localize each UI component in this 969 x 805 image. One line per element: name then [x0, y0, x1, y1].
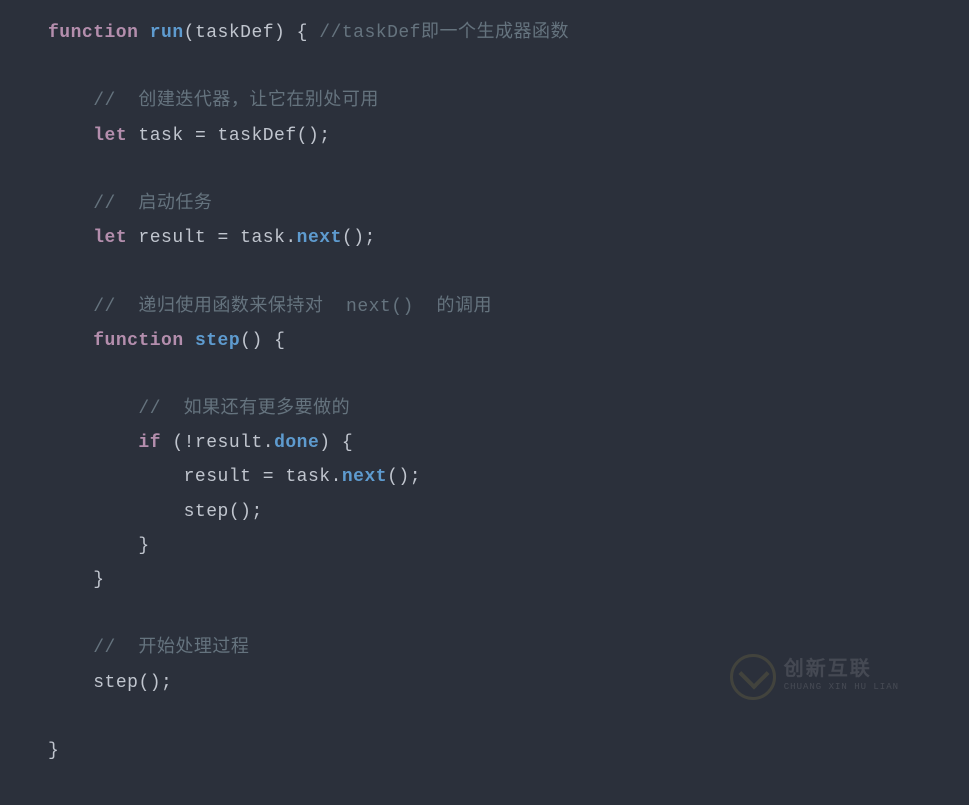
brace-close: }: [93, 570, 104, 590]
code-block: function run(taskDef) { //taskDef即一个生成器函…: [0, 0, 969, 768]
keyword-if: if: [138, 433, 161, 453]
comment: // 开始处理过程: [93, 638, 249, 658]
obj: task.: [229, 228, 297, 248]
brace-close: }: [138, 536, 149, 556]
keyword-function: function: [48, 23, 138, 43]
paren: ();: [229, 502, 263, 522]
identifier: result: [127, 228, 217, 248]
fn-run: run: [150, 23, 184, 43]
paren-open: (: [161, 433, 184, 453]
comment: // 创建迭代器，让它在别处可用: [93, 91, 379, 111]
comment: //taskDef即一个生成器函数: [308, 23, 569, 43]
op-eq: =: [195, 126, 206, 146]
fn-step-call: step: [93, 673, 138, 693]
obj: task.: [274, 467, 342, 487]
keyword-let: let: [93, 228, 127, 248]
op-eq: =: [263, 467, 274, 487]
params: (taskDef): [184, 23, 286, 43]
prop-done: done: [274, 433, 319, 453]
paren: ();: [297, 126, 331, 146]
fn-next: next: [342, 467, 387, 487]
fn-step-call: step: [184, 502, 229, 522]
brace-close: }: [48, 741, 59, 761]
paren: ();: [342, 228, 376, 248]
brace-open: {: [285, 23, 308, 43]
paren: ();: [138, 673, 172, 693]
paren: ();: [387, 467, 421, 487]
brace-open: {: [331, 433, 354, 453]
lhs: result: [184, 467, 263, 487]
comment: // 递归使用函数来保持对 next() 的调用: [93, 297, 492, 317]
paren: (): [240, 331, 263, 351]
brace-open: {: [263, 331, 286, 351]
comment: // 启动任务: [93, 194, 212, 214]
obj: result.: [195, 433, 274, 453]
keyword-function: function: [93, 331, 183, 351]
op-eq: =: [218, 228, 229, 248]
call: taskDef: [206, 126, 296, 146]
comment: // 如果还有更多要做的: [138, 399, 350, 419]
keyword-let: let: [93, 126, 127, 146]
fn-next: next: [297, 228, 342, 248]
fn-step: step: [184, 331, 241, 351]
identifier: task: [127, 126, 195, 146]
op-not: !: [184, 433, 195, 453]
paren-close: ): [319, 433, 330, 453]
